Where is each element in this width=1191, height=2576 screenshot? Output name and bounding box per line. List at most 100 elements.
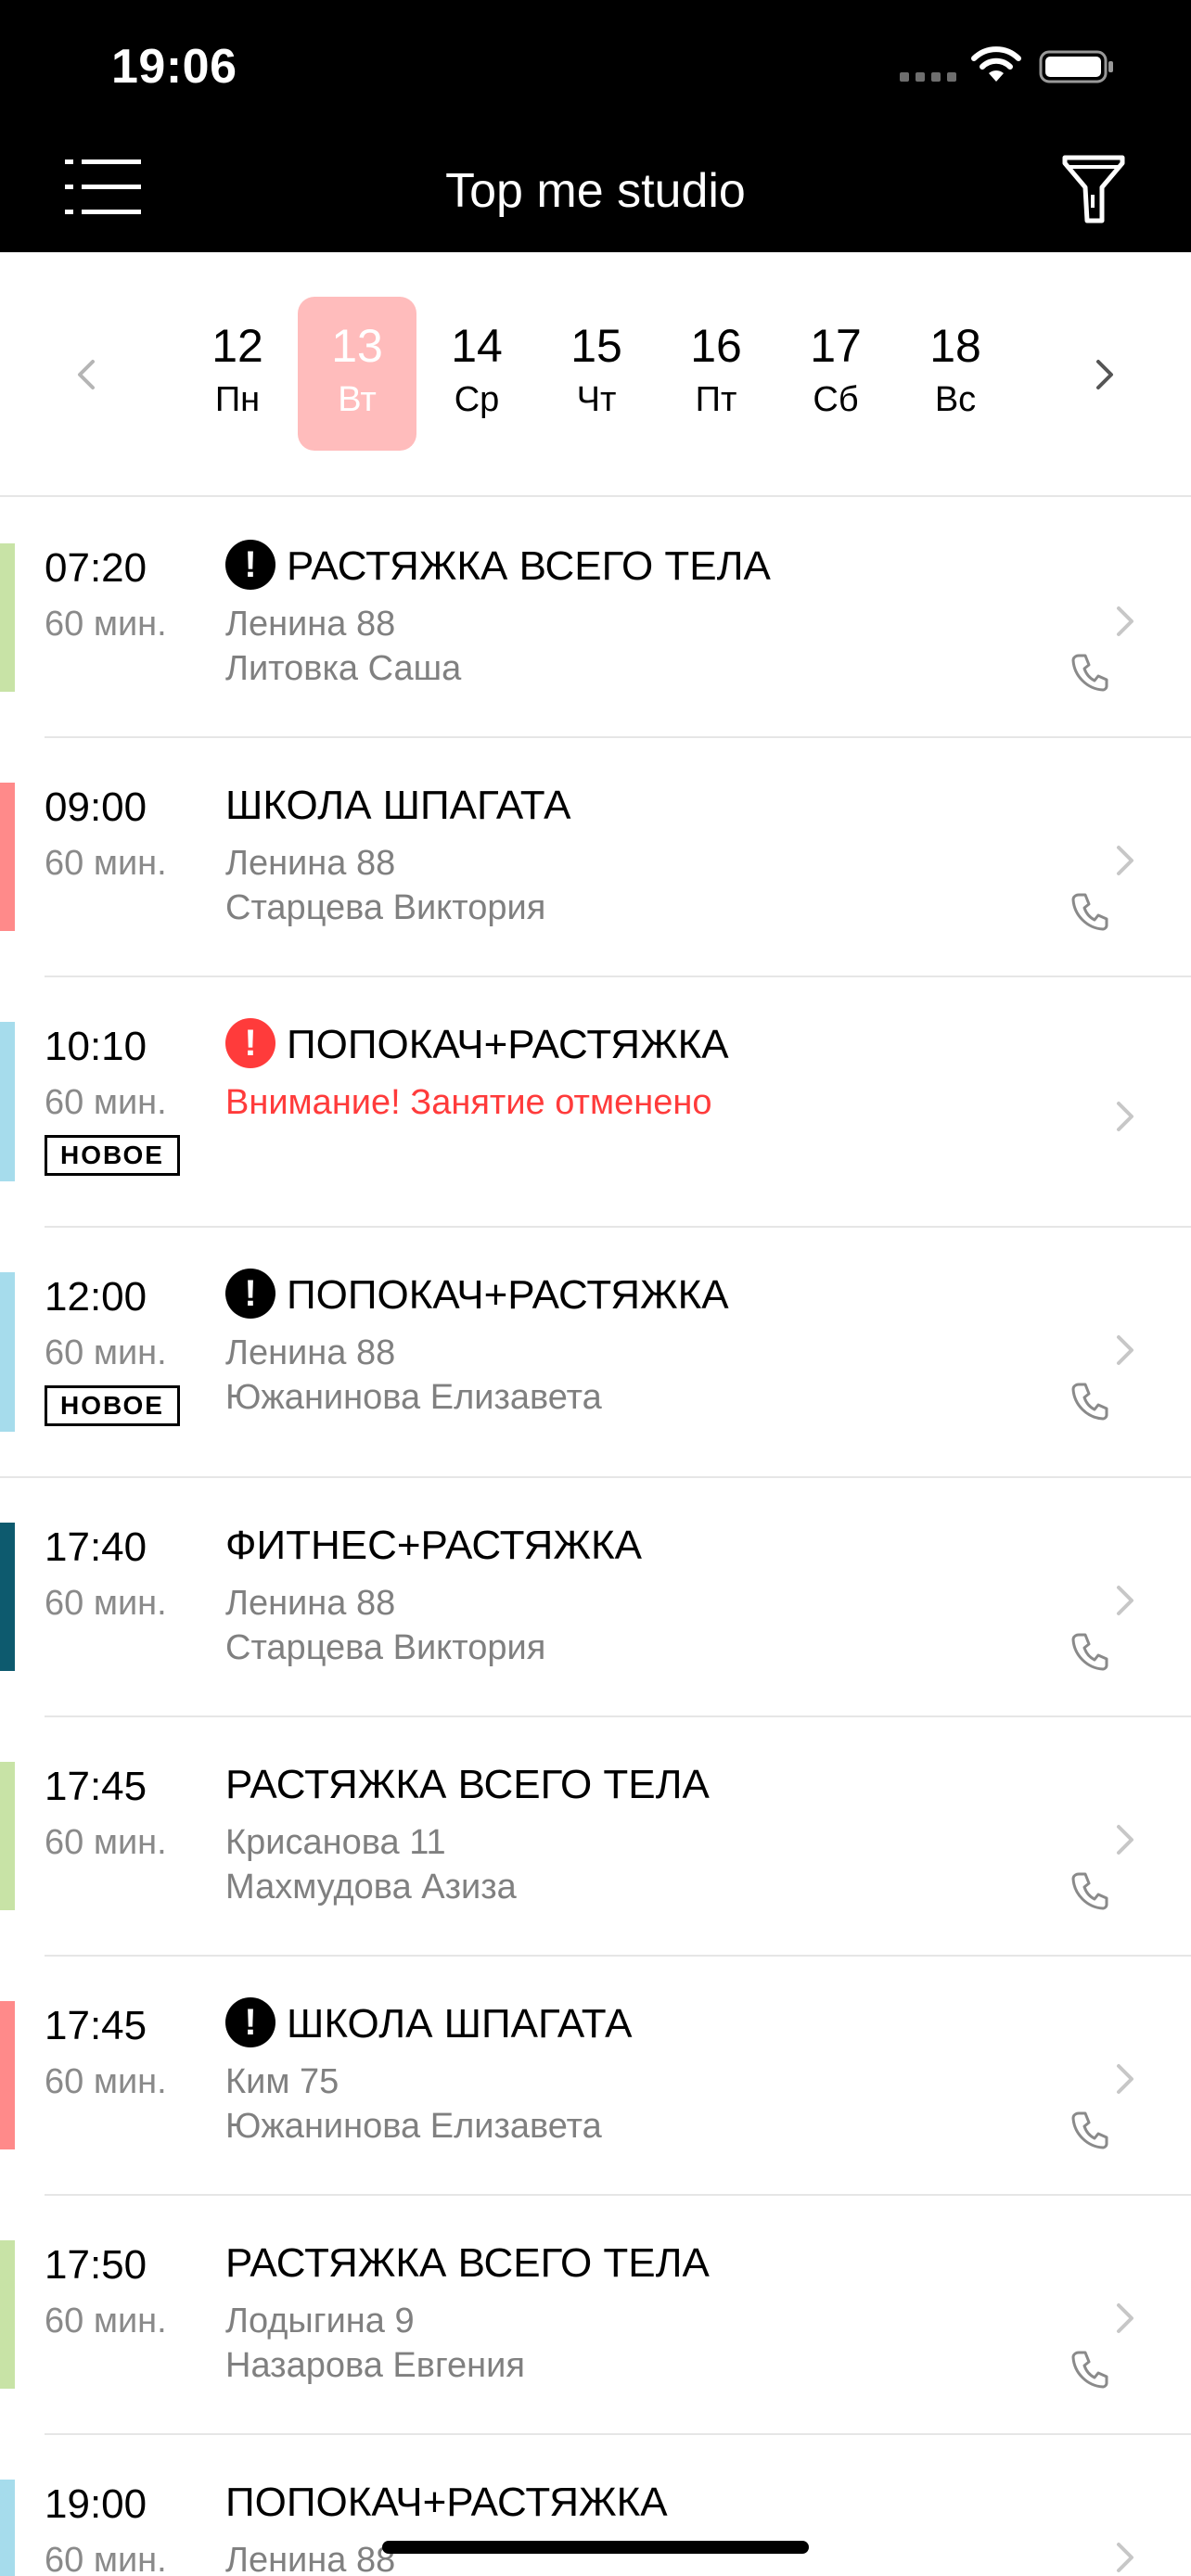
day-number: 18	[929, 320, 981, 372]
class-time: 19:00	[45, 2481, 147, 2527]
class-row[interactable]: 07:20 60 мин.! РАСТЯЖКА ВСЕГО ТЕЛА Ленина 8…	[0, 499, 1191, 738]
phone-icon[interactable]	[1070, 2350, 1109, 2389]
class-duration: 60 мин.	[45, 1584, 167, 1623]
phone-icon[interactable]	[1070, 892, 1109, 931]
class-time: 10:10	[45, 1024, 147, 1069]
wifi-icon	[971, 46, 1021, 82]
class-row[interactable]: 17:45 60 мин. РАСТЯЖКА ВСЕГО ТЕЛА Крисанова…	[0, 1717, 1191, 1957]
class-address: Ким 75	[225, 2062, 339, 2101]
class-duration: 60 мин.	[45, 2062, 167, 2101]
phone-icon[interactable]	[1070, 653, 1109, 692]
chevron-right-icon[interactable]	[1091, 356, 1119, 393]
day-number: 17	[810, 320, 862, 372]
phone-icon[interactable]	[1070, 1632, 1109, 1671]
day-of-week: Вс	[934, 380, 977, 419]
alert-icon: !	[225, 1269, 275, 1320]
chevron-left-icon[interactable]	[72, 356, 100, 393]
class-row[interactable]: 19:00 60 мин. ПОПОКАЧ+РАСТЯЖКА Ленина 88	[0, 2435, 1191, 2576]
class-time: 17:45	[45, 2003, 147, 2048]
day-number: 16	[690, 320, 742, 372]
class-time: 17:50	[45, 2242, 147, 2288]
day-of-week: Пт	[695, 380, 737, 419]
class-duration: 60 мин.	[45, 1083, 167, 1122]
day-number: 14	[451, 320, 503, 372]
category-color-bar	[0, 2480, 15, 2576]
class-address: Ленина 88	[225, 1333, 396, 1372]
chevron-right-icon	[1117, 2064, 1133, 2094]
class-row[interactable]: 10:10 60 мин. НОВОЕ ! ПОПОКАЧ+РАСТЯЖКА Вниман…	[0, 977, 1191, 1228]
phone-icon[interactable]	[1070, 2111, 1109, 2149]
new-badge: НОВОЕ	[45, 1135, 180, 1176]
category-color-bar	[0, 543, 15, 692]
class-time: 17:40	[45, 1524, 147, 1570]
class-address: Лодыгина 9	[225, 2302, 415, 2340]
day-13[interactable]: 13 Вт	[298, 297, 416, 451]
category-color-bar	[0, 783, 15, 931]
day-18[interactable]: 18 Вс	[896, 297, 1015, 451]
class-coach: Литовка Саша	[225, 649, 462, 688]
class-row[interactable]: 17:40 60 мин. ФИТНЕС+РАСТЯЖКА Ленина 88 Стар…	[0, 1478, 1191, 1717]
day-15[interactable]: 15 Чт	[537, 297, 656, 451]
day-17[interactable]: 17 Сб	[776, 297, 895, 451]
class-title: РАСТЯЖКА ВСЕГО ТЕЛА	[225, 1762, 710, 1808]
day-12[interactable]: 12 Пн	[178, 297, 297, 451]
cellular-signal-icon	[900, 72, 957, 82]
category-color-bar	[0, 2240, 15, 2389]
new-badge: НОВОЕ	[45, 1385, 180, 1426]
class-duration: 60 мин.	[45, 2302, 167, 2340]
class-title-text: РАСТЯЖКА ВСЕГО ТЕЛА	[287, 543, 771, 589]
day-14[interactable]: 14 Ср	[417, 297, 536, 451]
alert-icon: !	[225, 1997, 275, 2048]
chevron-right-icon	[1117, 2543, 1133, 2572]
chevron-right-icon	[1117, 1586, 1133, 1615]
day-number: 12	[211, 320, 263, 372]
day-number: 15	[570, 320, 622, 372]
chevron-right-icon	[1117, 2303, 1133, 2333]
day-of-week: Сб	[813, 380, 859, 419]
class-coach: Южанинова Елизавета	[225, 1378, 602, 1417]
class-title: РАСТЯЖКА ВСЕГО ТЕЛА	[225, 2240, 710, 2287]
class-time: 07:20	[45, 545, 147, 591]
day-16[interactable]: 16 Пт	[657, 297, 775, 451]
class-row[interactable]: 12:00 60 мин. НОВОЕ! ПОПОКАЧ+РАСТЯЖКА Ленина…	[0, 1228, 1191, 1478]
cancel-warning: Внимание! Занятие отменено	[225, 1083, 712, 1122]
class-address: Ленина 88	[225, 1584, 396, 1623]
category-color-bar	[0, 2001, 15, 2149]
chevron-right-icon	[1117, 606, 1133, 636]
class-address: Ленина 88	[225, 605, 396, 644]
alert-icon: !	[225, 540, 275, 591]
chevron-right-icon	[1117, 1825, 1133, 1855]
class-title: ! ПОПОКАЧ+РАСТЯЖКА	[225, 1018, 729, 1069]
class-title: ! РАСТЯЖКА ВСЕГО ТЕЛА	[225, 540, 771, 591]
class-duration: 60 мин.	[45, 844, 167, 883]
class-title-text: ШКОЛА ШПАГАТА	[287, 2001, 633, 2047]
day-number: 13	[331, 320, 383, 372]
phone-icon[interactable]	[1070, 1382, 1109, 1421]
class-row[interactable]: 17:45 60 мин.! ШКОЛА ШПАГАТА Ким 75 Южанинов…	[0, 1957, 1191, 2196]
category-color-bar	[0, 1762, 15, 1910]
status-time: 19:06	[111, 40, 237, 94]
category-color-bar	[0, 1022, 15, 1181]
class-row[interactable]: 09:00 60 мин. ШКОЛА ШПАГАТА Ленина 88 Старце…	[0, 738, 1191, 977]
page-title: Top me studio	[445, 164, 746, 218]
class-coach: Старцева Виктория	[225, 1628, 546, 1667]
class-title-text: ШКОЛА ШПАГАТА	[225, 783, 571, 828]
class-title-text: ПОПОКАЧ+РАСТЯЖКА	[225, 2480, 668, 2525]
class-title-text: РАСТЯЖКА ВСЕГО ТЕЛА	[225, 2240, 710, 2286]
phone-icon[interactable]	[1070, 1871, 1109, 1910]
class-duration: 60 мин.	[45, 2541, 167, 2576]
class-time: 09:00	[45, 784, 147, 830]
day-of-week: Вт	[338, 380, 377, 419]
class-row[interactable]: 17:50 60 мин. РАСТЯЖКА ВСЕГО ТЕЛА Лодыгина …	[0, 2196, 1191, 2435]
class-title: ФИТНЕС+РАСТЯЖКА	[225, 1523, 642, 1569]
class-coach: Старцева Виктория	[225, 888, 546, 927]
class-title: ! ПОПОКАЧ+РАСТЯЖКА	[225, 1269, 729, 1320]
chevron-right-icon	[1117, 846, 1133, 875]
class-title: ПОПОКАЧ+РАСТЯЖКА	[225, 2480, 668, 2526]
filter-icon[interactable]	[1061, 154, 1126, 224]
class-title-text: ПОПОКАЧ+РАСТЯЖКА	[287, 1272, 729, 1318]
day-of-week: Чт	[576, 380, 617, 419]
battery-icon	[1039, 50, 1113, 83]
alert-icon: !	[225, 1018, 275, 1069]
class-address: Ленина 88	[225, 844, 396, 883]
